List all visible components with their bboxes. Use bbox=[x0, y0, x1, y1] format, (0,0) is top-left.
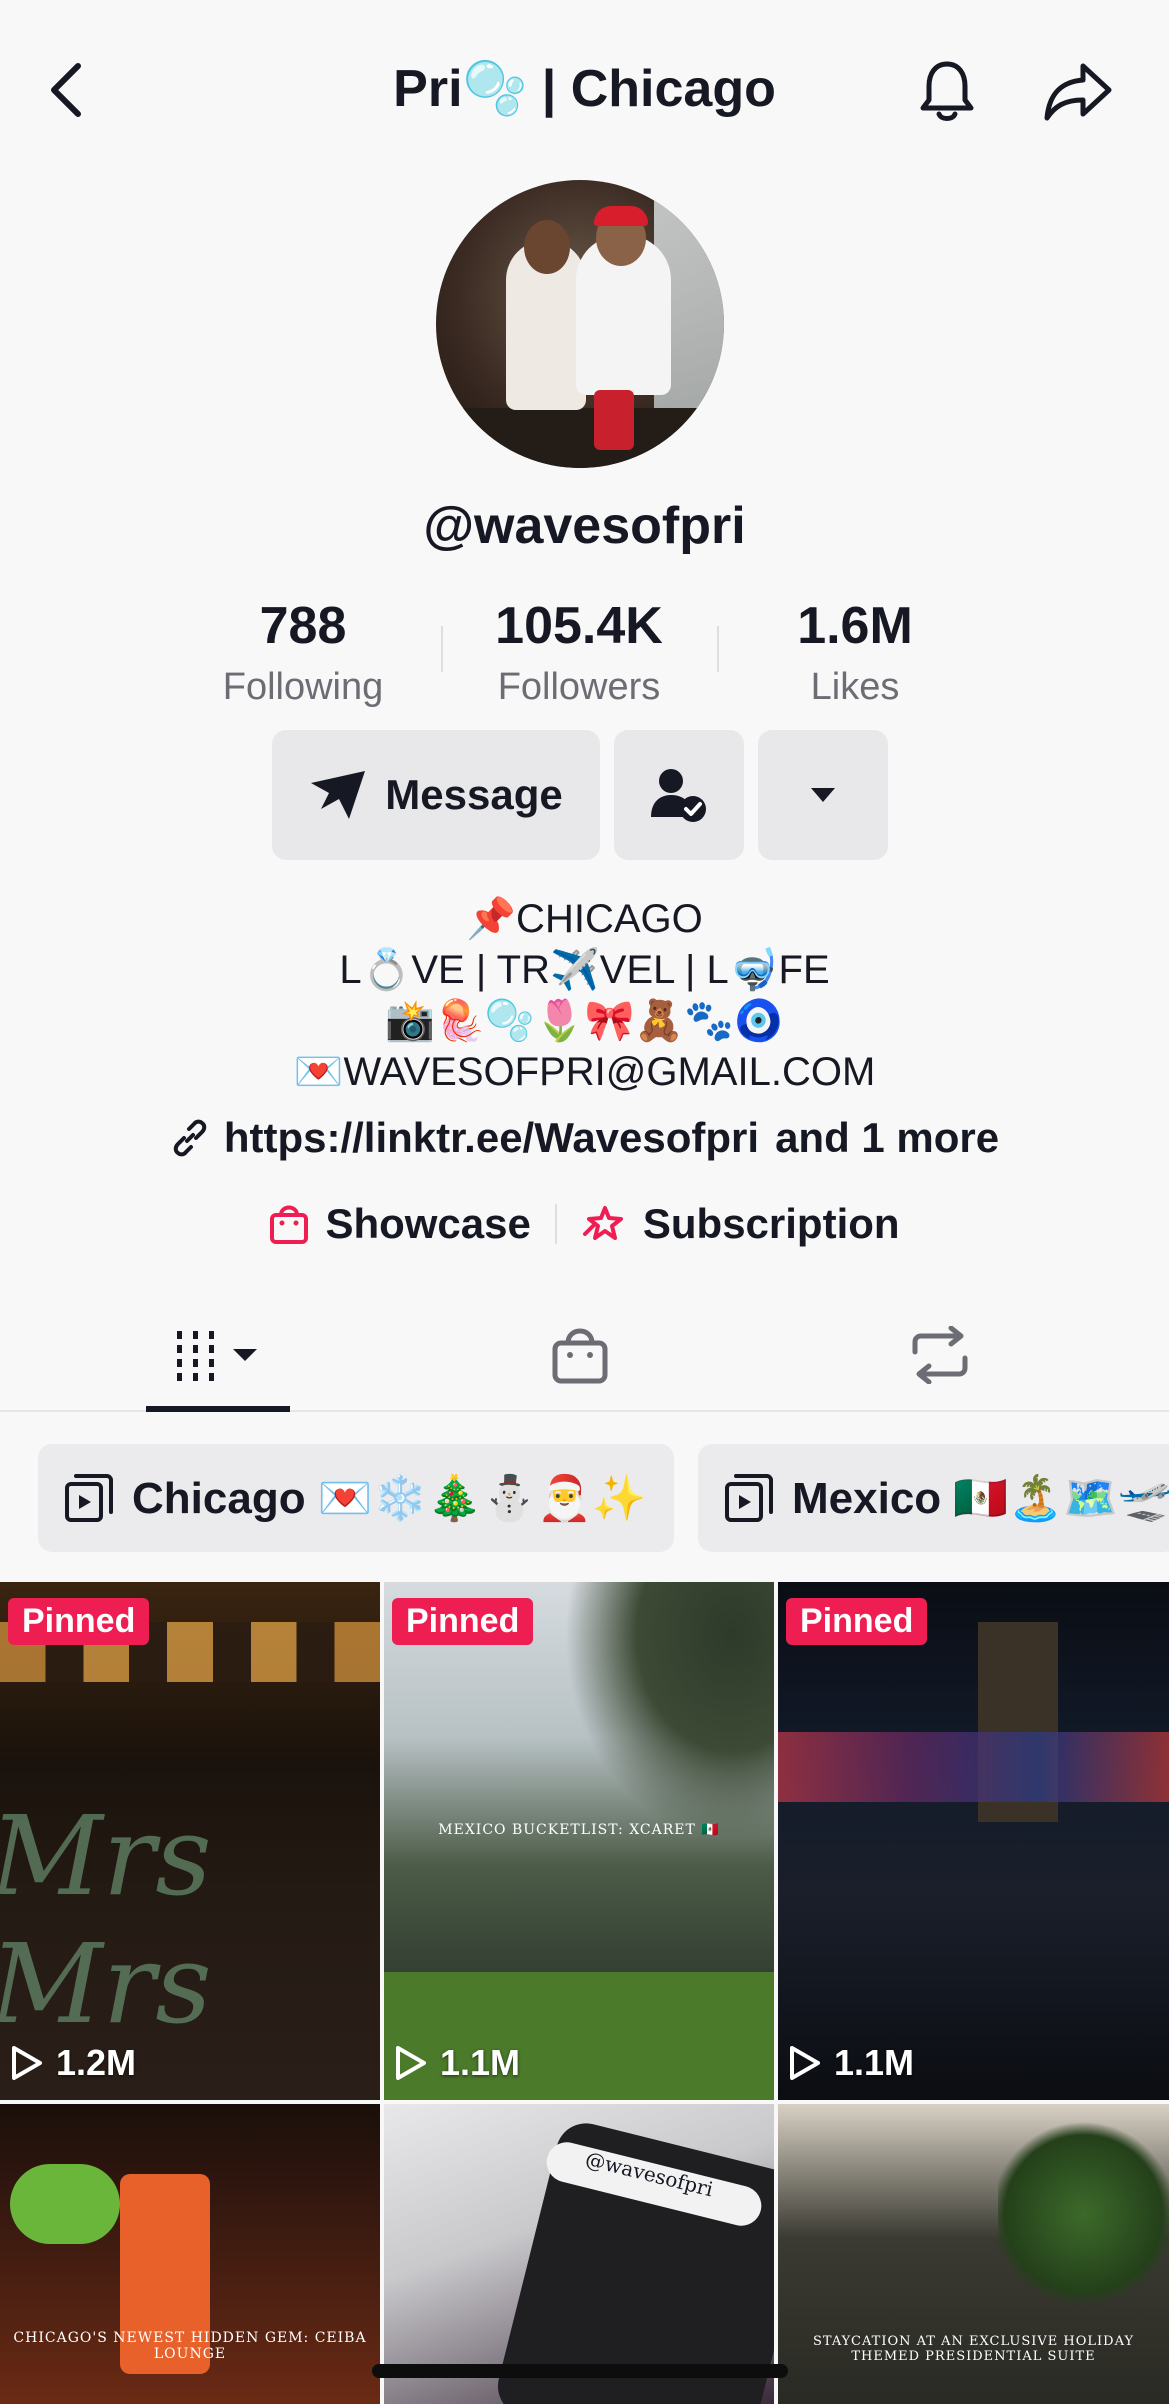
playlist-label: Chicago 💌❄️🎄⛄🎅✨ bbox=[132, 1474, 647, 1523]
video-thumbnail[interactable]: @wavesofpri bbox=[384, 2104, 774, 2404]
tab-reposts[interactable] bbox=[880, 1300, 1000, 1410]
play-icon bbox=[12, 2046, 42, 2080]
playlist-chip[interactable]: Mexico 🇲🇽🏝️🗺️🛫 bbox=[698, 1444, 1169, 1552]
subscription-label: Subscription bbox=[642, 1200, 900, 1247]
bio-line: 📌CHICAGO bbox=[466, 897, 703, 941]
video-overlay-text: Mrs Mrs bbox=[0, 1792, 212, 2048]
stat-label: Followers bbox=[497, 666, 661, 708]
view-count-value: 1.2M bbox=[56, 2042, 137, 2083]
avatar[interactable] bbox=[436, 180, 724, 468]
following-status-button[interactable] bbox=[614, 730, 744, 860]
view-count: 1.2M bbox=[10, 2042, 136, 2084]
message-label: Message bbox=[385, 771, 563, 818]
stat-divider bbox=[441, 626, 443, 672]
view-count: 1.1M bbox=[394, 2042, 520, 2084]
showcase-label: Showcase bbox=[325, 1200, 531, 1247]
stat-value: 105.4K bbox=[495, 597, 663, 655]
view-count-value: 1.1M bbox=[440, 2042, 521, 2083]
bio-line: L💍VE | TR✈️VEL | L🤿FE bbox=[339, 948, 830, 992]
subscription-button[interactable]: Subscription bbox=[581, 1200, 900, 1248]
profile-features: Showcase Subscription bbox=[0, 1200, 1169, 1248]
grid-icon bbox=[177, 1331, 257, 1381]
shopping-bag-icon bbox=[270, 1205, 309, 1244]
username: @wavesofpri bbox=[423, 497, 746, 555]
stat-followers[interactable]: 105.4K Followers bbox=[469, 596, 689, 712]
play-icon bbox=[396, 2046, 426, 2080]
pinned-badge: Pinned bbox=[392, 1598, 534, 1645]
tab-videos[interactable] bbox=[146, 1300, 290, 1412]
bio: 📌CHICAGO L💍VE | TR✈️VEL | L🤿FE 📸🪼🫧🌷🎀🧸🐾🧿 … bbox=[0, 894, 1169, 1098]
divider bbox=[554, 1204, 557, 1244]
send-icon bbox=[311, 771, 366, 819]
playlist-chip[interactable]: Chicago 💌❄️🎄⛄🎅✨ bbox=[38, 1444, 674, 1552]
profile-header: Pri🫧 | Chicago bbox=[0, 0, 1169, 180]
user-check-icon bbox=[651, 769, 706, 822]
bio-link[interactable]: https://linktr.ee/Wavesofpri and 1 more bbox=[0, 1114, 1169, 1162]
play-icon bbox=[790, 2046, 820, 2080]
video-thumbnail[interactable]: Mrs Mrs Pinned 1.2M bbox=[0, 1582, 380, 2100]
link-more[interactable]: and 1 more bbox=[775, 1114, 999, 1162]
pinned-badge: Pinned bbox=[786, 1598, 928, 1645]
bio-line: 💌WAVESOFPRI@GMAIL.COM bbox=[293, 1050, 876, 1094]
view-count-value: 1.1M bbox=[834, 2042, 915, 2083]
shopping-bag-icon bbox=[552, 1328, 608, 1384]
message-button[interactable]: Message bbox=[272, 730, 600, 860]
tab-shop[interactable] bbox=[520, 1300, 640, 1410]
video-thumbnail[interactable]: MEXICO BUCKETLIST: XCARET 🇲🇽 Pinned 1.1M bbox=[384, 1582, 774, 2100]
stat-value: 1.6M bbox=[797, 597, 913, 655]
video-thumbnail[interactable]: Pinned 1.1M bbox=[778, 1582, 1169, 2100]
caret-down-icon bbox=[811, 788, 835, 802]
suggested-accounts-button[interactable] bbox=[758, 730, 888, 860]
playlist-label: Mexico 🇲🇽🏝️🗺️🛫 bbox=[792, 1474, 1169, 1523]
showcase-button[interactable]: Showcase bbox=[269, 1200, 531, 1248]
video-thumbnail[interactable]: STAYCATION AT AN EXCLUSIVE HOLIDAY THEME… bbox=[778, 2104, 1169, 2404]
subscription-star-icon bbox=[582, 1206, 623, 1240]
playlist-icon bbox=[725, 1474, 773, 1522]
share-button[interactable] bbox=[1040, 56, 1116, 126]
playlist-icon bbox=[65, 1474, 113, 1522]
active-tab-indicator bbox=[146, 1406, 290, 1412]
video-overlay-text: CHICAGO'S NEWEST HIDDEN GEM: CEIBA LOUNG… bbox=[13, 2330, 367, 2362]
link-text[interactable]: https://linktr.ee/Wavesofpri bbox=[224, 1114, 759, 1162]
profile-tabs bbox=[0, 1300, 1169, 1412]
page-title: Pri🫧 | Chicago bbox=[393, 60, 776, 118]
pinned-badge: Pinned bbox=[8, 1598, 150, 1645]
view-count: 1.1M bbox=[788, 2042, 914, 2084]
share-arrow-icon bbox=[1044, 63, 1112, 121]
notifications-button[interactable] bbox=[912, 56, 982, 126]
video-thumbnail[interactable]: CHICAGO'S NEWEST HIDDEN GEM: CEIBA LOUNG… bbox=[0, 2104, 380, 2404]
stat-value: 788 bbox=[259, 597, 347, 655]
video-overlay-text: STAYCATION AT AN EXCLUSIVE HOLIDAY THEME… bbox=[812, 2334, 1135, 2364]
repost-icon bbox=[912, 1326, 968, 1384]
stat-label: Likes bbox=[810, 666, 900, 708]
stat-divider bbox=[717, 626, 719, 672]
stat-label: Following bbox=[222, 666, 384, 708]
link-icon bbox=[170, 1118, 210, 1158]
video-overlay-text: MEXICO BUCKETLIST: XCARET 🇲🇽 bbox=[438, 1822, 720, 1838]
stat-likes[interactable]: 1.6M Likes bbox=[745, 596, 965, 712]
home-indicator[interactable] bbox=[372, 2364, 788, 2378]
bio-line: 📸🪼🫧🌷🎀🧸🐾🧿 bbox=[385, 999, 784, 1043]
bell-icon bbox=[920, 61, 974, 121]
stat-following[interactable]: 788 Following bbox=[193, 596, 413, 712]
